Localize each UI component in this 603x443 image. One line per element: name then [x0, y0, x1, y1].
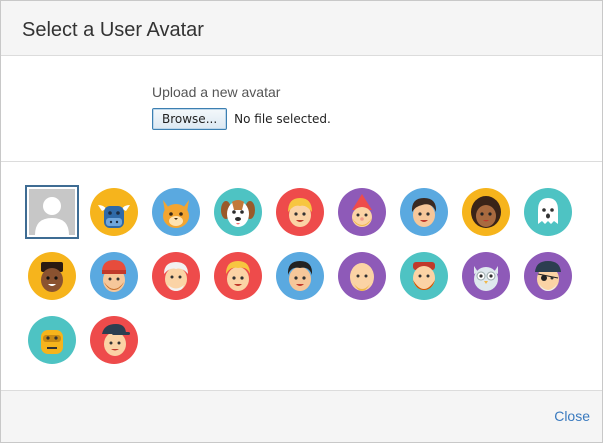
avatar-option-red-beard-man[interactable]: [397, 249, 451, 303]
avatar-option-red-beanie-man[interactable]: [87, 249, 141, 303]
cat-avatar-icon: [152, 188, 200, 236]
avatar-grid: [25, 185, 585, 367]
avatar-option-curly-hair-woman[interactable]: [459, 185, 513, 239]
pirate-avatar-icon: [524, 252, 572, 300]
avatar-option-black-hair-boy[interactable]: [273, 249, 327, 303]
avatar-option-dark-hair-boy[interactable]: [397, 185, 451, 239]
avatar-option-bull[interactable]: [87, 185, 141, 239]
dialog-footer: Close: [1, 390, 602, 442]
bald-man-avatar-icon: [338, 252, 386, 300]
avatar-option-owl[interactable]: [459, 249, 513, 303]
red-beanie-man-avatar-icon: [90, 252, 138, 300]
avatar-option-pirate[interactable]: [521, 249, 575, 303]
blonde-boy-avatar-icon: [214, 252, 262, 300]
owl-avatar-icon: [462, 252, 510, 300]
avatar-dialog: Select a User Avatar Upload a new avatar…: [0, 0, 603, 443]
avatar-option-ghost[interactable]: [521, 185, 575, 239]
avatar-option-blonde-kid[interactable]: [273, 185, 327, 239]
default-silhouette-avatar-icon: [29, 189, 75, 235]
dialog-title: Select a User Avatar: [22, 19, 204, 41]
upload-section: Upload a new avatar Browse... No file se…: [1, 56, 602, 162]
avatar-option-dog[interactable]: [211, 185, 265, 239]
avatar-option-white-hair-old-man[interactable]: [149, 249, 203, 303]
avatar-option-default[interactable]: [25, 185, 79, 239]
black-hair-boy-avatar-icon: [276, 252, 324, 300]
dark-hair-boy-avatar-icon: [400, 188, 448, 236]
avatar-option-gnome[interactable]: [335, 185, 389, 239]
browse-button[interactable]: Browse...: [152, 108, 228, 130]
file-input-row: Browse... No file selected.: [152, 108, 331, 130]
cap-guy-avatar-icon: [90, 316, 138, 364]
red-beard-man-avatar-icon: [400, 252, 448, 300]
bull-avatar-icon: [90, 188, 138, 236]
dialog-header: Select a User Avatar: [1, 1, 602, 56]
avatar-option-blonde-boy[interactable]: [211, 249, 265, 303]
flat-top-man-avatar-icon: [28, 252, 76, 300]
gnome-avatar-icon: [338, 188, 386, 236]
upload-label: Upload a new avatar: [152, 84, 281, 100]
avatar-option-cap-guy[interactable]: [87, 313, 141, 367]
avatar-option-robot[interactable]: [25, 313, 79, 367]
white-hair-old-man-avatar-icon: [152, 252, 200, 300]
ghost-avatar-icon: [524, 188, 572, 236]
curly-hair-woman-avatar-icon: [462, 188, 510, 236]
avatar-option-cat[interactable]: [149, 185, 203, 239]
dog-avatar-icon: [214, 188, 262, 236]
robot-avatar-icon: [28, 316, 76, 364]
avatar-option-flat-top-man[interactable]: [25, 249, 79, 303]
avatar-option-bald-man[interactable]: [335, 249, 389, 303]
blonde-kid-avatar-icon: [276, 188, 324, 236]
file-status-text: No file selected.: [234, 112, 331, 126]
close-link[interactable]: Close: [554, 408, 590, 424]
